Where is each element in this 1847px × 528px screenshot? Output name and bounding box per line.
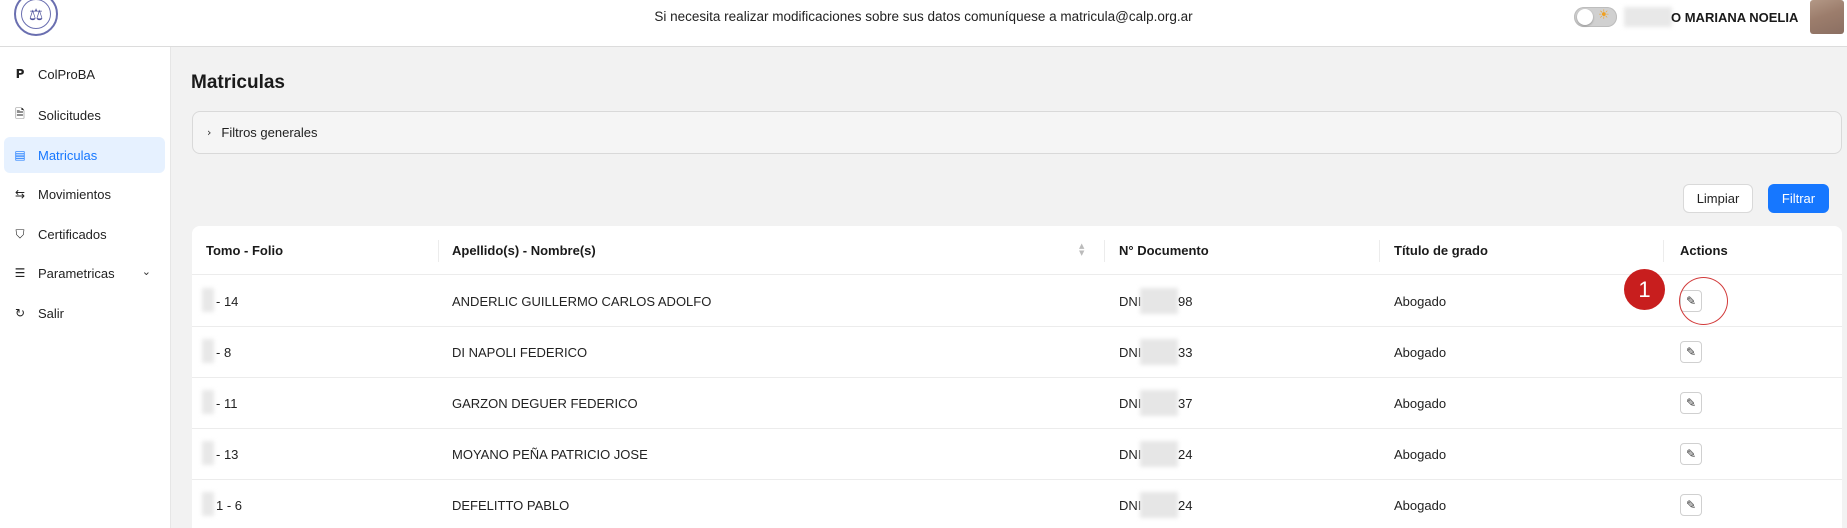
toggle-knob	[1577, 9, 1593, 25]
column-header-actions: Actions	[1680, 243, 1728, 258]
sidebar-item-label: Parametricas	[38, 265, 115, 281]
cell-tomo: 1 - 6	[216, 498, 243, 513]
redacted-user-prefix	[1624, 7, 1672, 27]
shield-icon: ⛉	[15, 226, 25, 241]
filters-label: Filtros generales	[221, 125, 318, 140]
table-row: 1 - 6 DEFELITTO PABLO DNI 24 Abogado ✎	[192, 480, 1842, 528]
cell-nombre: DI NAPOLI FEDERICO	[452, 345, 588, 360]
redacted-documento	[1140, 339, 1178, 365]
cell-titulo: Abogado	[1394, 447, 1447, 462]
cell-doc-prefix: DNI	[1119, 447, 1142, 462]
column-divider	[1663, 240, 1664, 262]
edit-icon: ✎	[1685, 396, 1697, 410]
cell-tomo: - 13	[216, 447, 239, 462]
sidebar-item-salir[interactable]: ↻ Salir	[4, 295, 165, 331]
redacted-tomo	[202, 390, 214, 414]
redacted-documento	[1140, 390, 1178, 416]
column-header-documento[interactable]: N° Documento	[1119, 243, 1209, 258]
table-row: - 8 DI NAPOLI FEDERICO DNI 33 Abogado ✎	[192, 327, 1842, 378]
cell-tomo: - 11	[216, 396, 238, 411]
edit-button[interactable]: ✎	[1680, 341, 1702, 363]
chevron-down-icon[interactable]: ⌄	[142, 265, 151, 278]
cell-doc-suffix: 98	[1178, 294, 1193, 309]
cell-titulo: Abogado	[1394, 345, 1447, 360]
sort-icon[interactable]: ▲ ▼	[1079, 243, 1084, 257]
sidebar-item-label: Solicitudes	[38, 107, 101, 123]
chevron-right-icon: ›	[207, 126, 212, 139]
filter-button[interactable]: Filtrar	[1768, 184, 1829, 213]
sidebar-item-label: Movimientos	[38, 186, 111, 202]
cell-nombre: MOYANO PEÑA PATRICIO JOSE	[452, 447, 648, 462]
id-card-icon: ▤	[14, 148, 26, 162]
cell-tomo: - 8	[216, 345, 232, 360]
redacted-documento	[1140, 441, 1178, 467]
sidebar-item-parametricas[interactable]: ☰ Parametricas ⌄	[4, 255, 165, 291]
edit-icon: ✎	[1685, 498, 1697, 512]
edit-icon: ✎	[1685, 447, 1697, 461]
top-header: ⚖ Si necesita realizar modificaciones so…	[0, 0, 1847, 47]
swap-icon: ⇆	[14, 187, 26, 201]
cell-doc-prefix: DNI	[1119, 294, 1142, 309]
step-marker: 1	[1624, 269, 1665, 310]
column-divider	[1379, 240, 1380, 262]
page-title: Matriculas	[191, 72, 285, 93]
column-divider	[438, 240, 439, 262]
sidebar-item-label: Salir	[38, 305, 65, 321]
document-icon: 🗎	[15, 106, 25, 121]
cell-nombre: GARZON DEGUER FEDERICO	[452, 396, 638, 411]
redacted-tomo	[202, 288, 214, 312]
cell-doc-suffix: 24	[1178, 447, 1193, 462]
sidebar-item-label: Matriculas	[38, 147, 98, 163]
sun-icon: ☀	[1598, 8, 1610, 23]
table-row: - 11 GARZON DEGUER FEDERICO DNI 37 Aboga…	[192, 378, 1842, 429]
cell-doc-suffix: 33	[1178, 345, 1193, 360]
header-notice: Si necesita realizar modificaciones sobr…	[654, 9, 1193, 24]
filters-collapse[interactable]: › Filtros generales	[192, 111, 1842, 154]
sidebar: P ColProBA 🗎 Solicitudes ▤ Matriculas ⇆ …	[0, 47, 171, 528]
cell-doc-prefix: DNI	[1119, 345, 1142, 360]
redacted-tomo	[202, 441, 214, 465]
cell-titulo: Abogado	[1394, 294, 1447, 309]
table-header: Tomo - Folio Apellido(s) - Nombre(s) ▲ ▼ …	[192, 226, 1842, 275]
highlight-ring	[1679, 277, 1728, 325]
sidebar-item-solicitudes[interactable]: 🗎 Solicitudes	[4, 97, 165, 133]
sidebar-item-label: Certificados	[38, 226, 107, 242]
sidebar-item-label: ColProBA	[38, 66, 96, 82]
cell-doc-suffix: 37	[1178, 396, 1193, 411]
cell-titulo: Abogado	[1394, 396, 1447, 411]
redacted-documento	[1140, 288, 1178, 314]
matriculas-table: Tomo - Folio Apellido(s) - Nombre(s) ▲ ▼ …	[192, 226, 1842, 528]
user-name[interactable]: O MARIANA NOELIA	[1671, 10, 1798, 25]
cell-tomo: - 14	[216, 294, 239, 309]
sidebar-item-certificados[interactable]: ⛉ Certificados	[4, 216, 165, 252]
colproba-icon: P	[15, 67, 25, 81]
avatar[interactable]	[1810, 0, 1844, 34]
redacted-tomo	[202, 339, 214, 363]
cell-titulo: Abogado	[1394, 498, 1447, 513]
sidebar-item-movimientos[interactable]: ⇆ Movimientos	[4, 176, 165, 212]
edit-button[interactable]: ✎	[1680, 443, 1702, 465]
cell-doc-prefix: DNI	[1119, 396, 1142, 411]
table-row: - 14 ANDERLIC GUILLERMO CARLOS ADOLFO DN…	[192, 276, 1842, 327]
table-row: - 13 MOYANO PEÑA PATRICIO JOSE DNI 24 Ab…	[192, 429, 1842, 480]
cell-doc-suffix: 24	[1178, 498, 1193, 513]
edit-button[interactable]: ✎	[1680, 392, 1702, 414]
edit-icon: ✎	[1685, 345, 1697, 359]
cell-nombre: ANDERLIC GUILLERMO CARLOS ADOLFO	[452, 294, 712, 309]
cell-doc-prefix: DNI	[1119, 498, 1142, 513]
sidebar-item-matriculas[interactable]: ▤ Matriculas	[4, 137, 165, 173]
edit-button[interactable]: ✎	[1680, 494, 1702, 516]
theme-toggle[interactable]: ☀	[1574, 7, 1617, 27]
redacted-tomo	[202, 492, 214, 516]
logout-icon: ↻	[14, 306, 26, 320]
column-header-nombre[interactable]: Apellido(s) - Nombre(s)	[452, 243, 596, 258]
column-header-titulo[interactable]: Título de grado	[1394, 243, 1488, 258]
cell-nombre: DEFELITTO PABLO	[452, 498, 570, 513]
sidebar-item-colproba[interactable]: P ColProBA	[4, 56, 165, 92]
list-icon: ☰	[14, 266, 26, 280]
redacted-documento	[1140, 492, 1178, 518]
column-header-tomo[interactable]: Tomo - Folio	[206, 243, 283, 258]
clear-button[interactable]: Limpiar	[1683, 184, 1753, 213]
column-divider	[1104, 240, 1105, 262]
